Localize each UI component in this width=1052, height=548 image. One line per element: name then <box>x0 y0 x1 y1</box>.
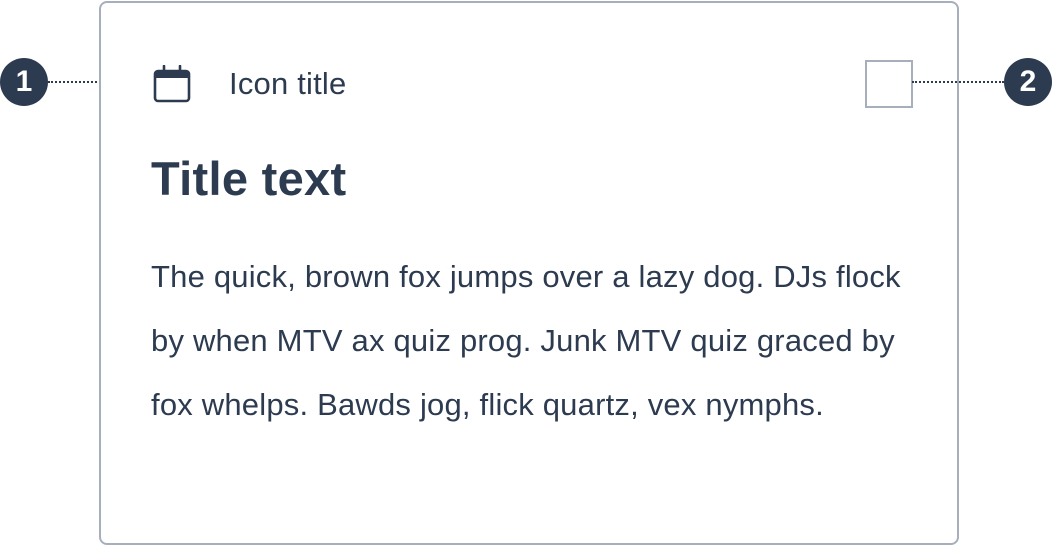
select-checkbox[interactable] <box>865 60 913 108</box>
annotation-leader-line-2 <box>912 81 1004 83</box>
icon-title: Icon title <box>229 66 347 101</box>
card-header: Icon title <box>153 63 346 105</box>
annotation-marker-2: 2 <box>1004 58 1052 106</box>
card-body-text: The quick, brown fox jumps over a lazy d… <box>151 259 901 422</box>
annotation-marker-1: 1 <box>0 58 48 106</box>
calendar-icon <box>153 65 191 103</box>
card-title: Title text <box>151 152 347 205</box>
card: Icon title Title text The quick, brown f… <box>99 1 959 545</box>
